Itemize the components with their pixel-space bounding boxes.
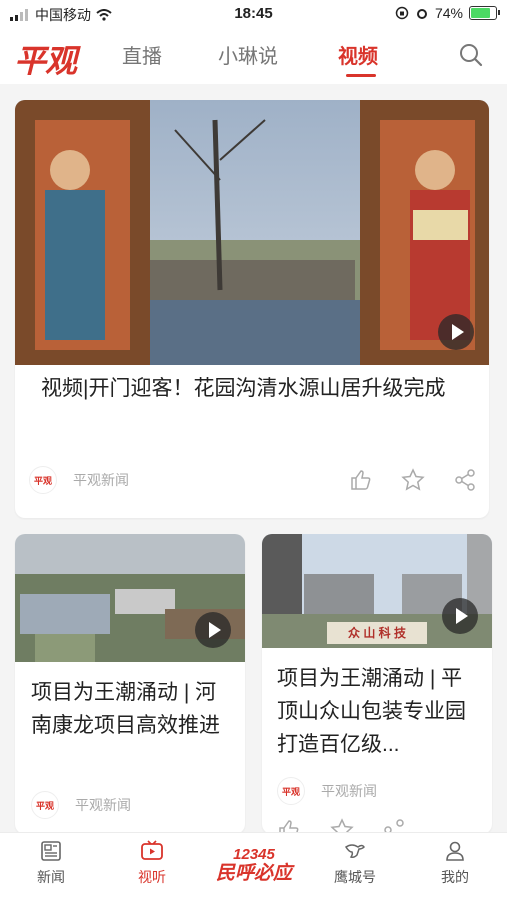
card-source: 平观 平观新闻 — [31, 791, 131, 819]
battery-percent: 74% — [434, 5, 463, 21]
bottom-tab-bar: 新闻 视听 12345 民呼必应 鹰城号 我的 — [0, 832, 507, 901]
play-button[interactable] — [438, 314, 474, 350]
card-source: 平观 平观新闻 — [277, 777, 377, 805]
alarm-icon — [416, 9, 427, 19]
tabbar-label: 新闻 — [37, 869, 65, 885]
orientation-lock-icon — [395, 6, 409, 20]
news-icon — [41, 841, 61, 861]
tab-video[interactable]: 视频 — [338, 40, 378, 69]
feed-card[interactable]: 项目为王潮涌动 | 河南康龙项目高效推进 平观 平观新闻 — [15, 534, 245, 834]
video-thumbnail[interactable] — [15, 100, 489, 365]
favorite-star-icon[interactable] — [401, 468, 425, 492]
card-title[interactable]: 视频|开门迎客！花园沟清水源山居升级完成 — [29, 372, 479, 405]
hotline-text: 民呼必应 — [215, 863, 292, 884]
eagle-icon — [344, 844, 365, 858]
tabbar-label: 鹰城号 — [334, 869, 376, 885]
feed-card[interactable]: 众 山 科 技 项目为王潮涌动 | 平顶山众山包装专业园打造百亿级... 平观 … — [262, 534, 492, 834]
active-tab-indicator — [346, 74, 376, 77]
status-bar: 中国移动 18:45 74% — [0, 0, 507, 28]
source-logo: 平观 — [31, 791, 59, 819]
battery-icon — [469, 6, 500, 20]
tab-xiaolin[interactable]: 小琳说 — [218, 40, 278, 69]
tabbar-label: 我的 — [441, 869, 469, 885]
tabbar-item-news[interactable]: 新闻 — [16, 839, 86, 887]
tabbar-item-media[interactable]: 视听 — [117, 839, 187, 887]
card-title[interactable]: 项目为王潮涌动 | 平顶山众山包装专业园打造百亿级... — [277, 662, 482, 761]
feed-card-hero[interactable]: 视频|开门迎客！花园沟清水源山居升级完成 平观 平观新闻 — [15, 100, 489, 518]
search-icon[interactable] — [458, 42, 484, 68]
video-thumbnail[interactable] — [15, 534, 245, 662]
image-sign-text: 众 山 科 技 — [347, 626, 406, 640]
top-nav: 平观 直播 小琳说 视频 — [0, 28, 507, 84]
tabbar-item-me[interactable]: 我的 — [420, 839, 490, 887]
like-icon[interactable] — [349, 468, 373, 492]
play-button[interactable] — [195, 612, 231, 648]
tv-icon — [141, 840, 163, 860]
source-name: 平观新闻 — [75, 797, 131, 813]
source-logo: 平观 — [29, 466, 57, 494]
play-button[interactable] — [442, 598, 478, 634]
video-thumbnail[interactable]: 众 山 科 技 — [262, 534, 492, 648]
card-source: 平观 平观新闻 — [29, 466, 129, 494]
source-name: 平观新闻 — [73, 472, 129, 488]
card-title[interactable]: 项目为王潮涌动 | 河南康龙项目高效推进 — [31, 676, 231, 742]
tabbar-label: 视听 — [138, 869, 166, 885]
user-icon — [446, 841, 464, 861]
share-icon[interactable] — [453, 468, 477, 492]
tab-live[interactable]: 直播 — [122, 40, 162, 69]
source-logo: 平观 — [277, 777, 305, 805]
hotline-number: 12345 — [233, 846, 275, 863]
tabbar-item-yingcheng[interactable]: 鹰城号 — [320, 839, 390, 887]
hotline-button[interactable]: 12345 民呼必应 — [198, 847, 310, 885]
app-logo: 平观 — [14, 43, 77, 79]
source-name: 平观新闻 — [321, 783, 377, 799]
